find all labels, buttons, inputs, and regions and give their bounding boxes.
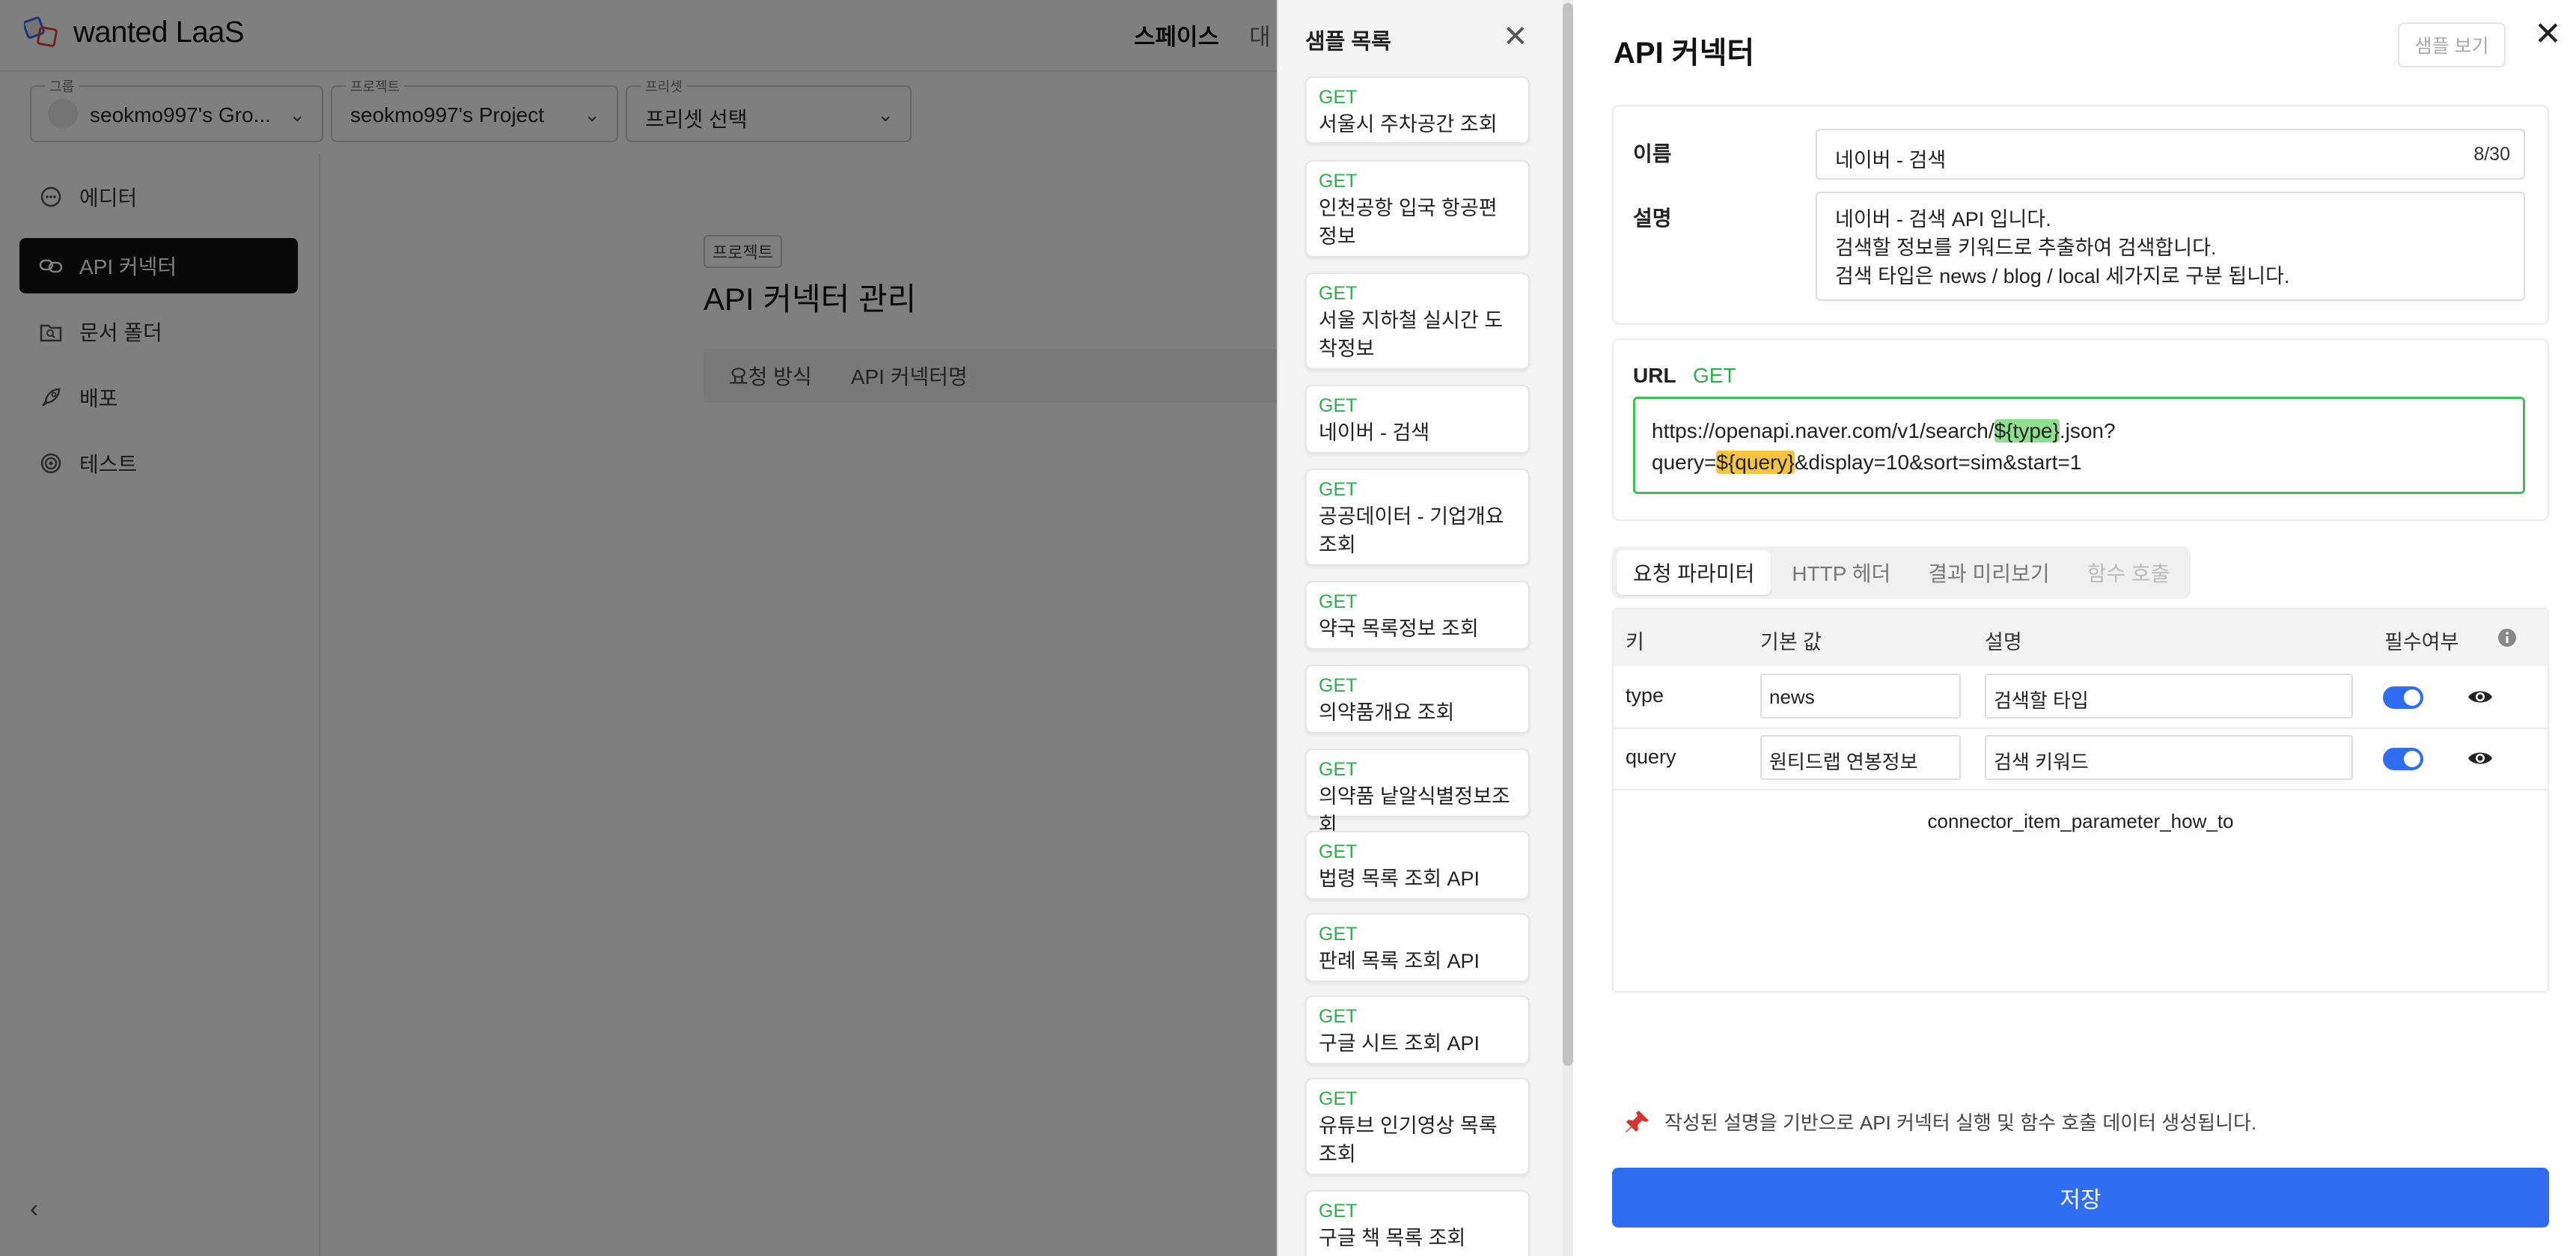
url-method: GET [1693,364,1736,387]
sample-method: GET [1319,1201,1358,1222]
param-row: query 원티드랩 연봉정보 검색 키워드 [1614,728,2548,790]
sample-item[interactable]: GET 네이버 - 검색 [1305,385,1530,454]
sample-list-panel: 샘플 목록 ✕ GET 서울시 주차공간 조회 GET 인천공항 입국 항공편 … [1277,0,1575,1256]
close-icon[interactable]: ✕ [2534,15,2562,53]
eye-icon[interactable] [2467,686,2494,708]
api-connector-editor: API 커넥터 샘플 보기 ✕ 이름 네이버 - 검색 8/30 설명 네이버 … [1573,0,2576,1256]
sample-title: 네이버 - 검색 [1319,421,1430,444]
sample-item[interactable]: GET 판례 목록 조회 API [1305,913,1530,982]
sample-method: GET [1319,759,1358,780]
sample-title: 구글 시트 조회 API [1319,1032,1480,1055]
url-segment: &display=10&sort=sim&start=1 [1794,451,2082,474]
sample-item[interactable]: GET 유튜브 인기영상 목록 조회 [1305,1078,1530,1175]
column-required: 필수여부 [2384,631,2459,653]
sample-item[interactable]: GET 공공데이터 - 기업개요조회 [1305,469,1530,566]
sample-item[interactable]: GET 의약품개요 조회 [1305,665,1530,734]
param-key: query [1626,746,1676,768]
name-char-count: 8/30 [2473,144,2510,165]
param-description-input[interactable]: 검색 키워드 [1985,735,2353,780]
sample-title: 서울시 주차공간 조회 [1319,113,1498,135]
url-segment: https://openapi.naver.com/v1/search/ [1652,419,1994,442]
sample-method: GET [1319,1088,1358,1109]
sample-title: 서울 지하철 실시간 도착정보 [1319,309,1504,360]
param-tabs: 요청 파라미터 HTTP 헤더 결과 미리보기 함수 호출 [1612,546,2191,599]
url-label: URL [1633,364,1676,387]
param-default-input[interactable]: 원티드랩 연봉정보 [1760,735,1961,780]
tab-function-call[interactable]: 함수 호출 [2071,550,2187,595]
url-card: URL GET https://openapi.naver.com/v1/sea… [1612,338,2549,521]
required-toggle[interactable] [2383,686,2423,709]
tab-http-header[interactable]: HTTP 헤더 [1775,550,1907,595]
sample-item[interactable]: GET 서울시 주차공간 조회 [1305,76,1530,144]
param-default-input[interactable]: news [1760,674,1961,719]
param-table: 키 기본 값 설명 필수여부 type news 검색할 타입 query 원티… [1612,608,2549,993]
sample-title: 구글 책 목록 조회 [1319,1227,1466,1249]
sample-item[interactable]: GET 법령 목록 조회 API [1305,831,1530,900]
basic-info-card: 이름 네이버 - 검색 8/30 설명 네이버 - 검색 API 입니다. 검색… [1612,105,2549,325]
description-line: 검색할 정보를 키워드로 추출하여 검색합니다. [1835,237,2217,259]
sample-method: GET [1319,1006,1358,1027]
param-key: type [1626,684,1664,707]
info-icon[interactable] [2497,627,2518,648]
sample-item[interactable]: GET 의약품 낱알식별정보조회 [1305,749,1530,836]
sample-item[interactable]: GET 인천공항 입국 항공편 정보 [1305,160,1530,257]
scrollbar-thumb[interactable] [1563,3,1573,1066]
sample-title: 인천공항 입국 항공편 정보 [1319,197,1498,248]
sample-item[interactable]: GET 약국 목록정보 조회 [1305,581,1530,650]
tab-request-params[interactable]: 요청 파라미터 [1617,550,1771,595]
eye-icon[interactable] [2467,747,2494,769]
url-segment: query= [1652,451,1717,474]
tab-result-preview[interactable]: 결과 미리보기 [1911,550,2066,595]
pushpin-icon [1626,1110,1649,1132]
sample-method: GET [1319,924,1358,945]
column-default-value: 기본 값 [1760,631,1822,653]
column-description: 설명 [1985,631,2022,653]
save-button[interactable]: 저장 [1612,1168,2549,1228]
param-row: type news 검색할 타입 [1614,666,2548,729]
generation-note: 작성된 설명을 기반으로 API 커넥터 실행 및 함수 호출 데이터 생성됩니… [1624,1108,2256,1135]
description-textarea[interactable]: 네이버 - 검색 API 입니다. 검색할 정보를 키워드로 추출하여 검색합니… [1816,192,2525,301]
close-icon[interactable]: ✕ [1503,19,1528,54]
sample-title: 법령 목록 조회 API [1319,868,1480,890]
column-key: 키 [1626,631,1644,653]
sample-title: 유튜브 인기영상 목록 조회 [1319,1115,1498,1165]
sample-item[interactable]: GET 구글 책 목록 조회 [1305,1190,1530,1256]
editor-title: API 커넥터 [1614,37,1755,70]
sample-method: GET [1319,841,1358,862]
name-input-value: 네이버 - 검색 [1835,149,1947,171]
sample-method: GET [1319,395,1358,416]
name-input[interactable]: 네이버 - 검색 8/30 [1816,129,2525,180]
sample-method: GET [1319,675,1358,696]
description-line: 검색 타입은 news / blog / local 세가지로 구분 됩니다. [1835,265,2290,287]
param-description-input[interactable]: 검색할 타입 [1985,674,2353,719]
sample-method: GET [1319,171,1358,192]
sample-title: 약국 목록정보 조회 [1319,618,1479,640]
sample-method: GET [1319,87,1358,108]
param-how-to-text: connector_item_parameter_how_to [1927,810,2234,832]
url-variable-type: ${type} [1994,419,2060,442]
sample-title: 판례 목록 조회 API [1319,950,1480,972]
sample-item[interactable]: GET 구글 시트 조회 API [1305,996,1530,1064]
url-variable-query: ${query} [1716,451,1795,474]
sample-method: GET [1319,479,1358,500]
required-toggle[interactable] [2383,748,2423,770]
sample-method: GET [1319,591,1358,612]
description-label: 설명 [1633,207,1672,230]
sample-list-title: 샘플 목록 [1305,30,1391,54]
sample-item[interactable]: GET 서울 지하철 실시간 도착정보 [1305,272,1530,370]
sample-view-button[interactable]: 샘플 보기 [2398,22,2506,67]
sample-title: 의약품개요 조회 [1319,701,1455,724]
sample-method: GET [1319,283,1358,304]
name-label: 이름 [1633,142,1672,165]
description-line: 네이버 - 검색 API 입니다. [1835,208,2051,231]
url-input[interactable]: https://openapi.naver.com/v1/search/${ty… [1633,397,2525,494]
param-table-header: 키 기본 값 설명 필수여부 [1614,609,2548,666]
url-segment: .json? [2059,419,2116,442]
sample-title: 공공데이터 - 기업개요조회 [1319,505,1504,556]
generation-note-text: 작성된 설명을 기반으로 API 커넥터 실행 및 함수 호출 데이터 생성됩니… [1664,1112,2257,1134]
